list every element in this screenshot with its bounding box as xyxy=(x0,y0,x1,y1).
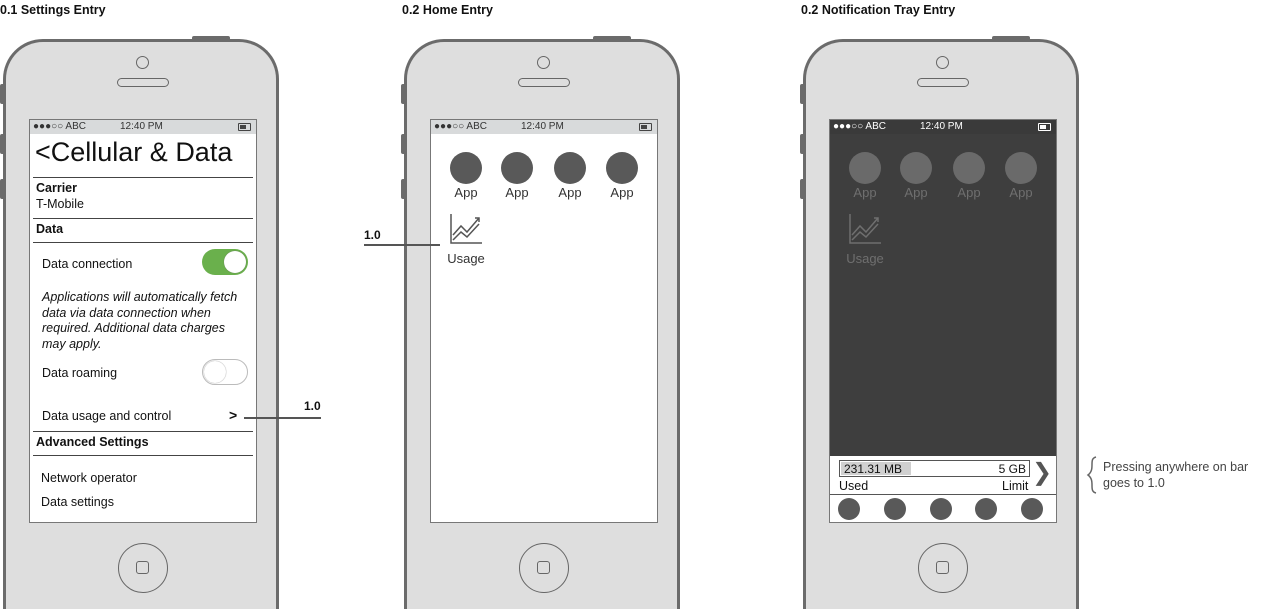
dock-app-icon[interactable] xyxy=(930,498,952,520)
speaker-icon xyxy=(117,78,169,87)
usage-app: Usage xyxy=(842,213,888,266)
chevron-right-icon: ❯ xyxy=(1032,459,1053,486)
callout-line-settings xyxy=(244,417,321,419)
home-button[interactable] xyxy=(118,543,168,593)
signal-indicator: ●●●○○ ABC xyxy=(33,121,86,132)
app-icon: App xyxy=(946,152,992,200)
status-bar: ●●●○○ ABC 12:40 PM xyxy=(431,120,657,134)
brace-icon xyxy=(1086,456,1097,494)
camera-icon xyxy=(537,56,550,69)
phone-frame-home: ●●●○○ ABC 12:40 PM App App App App Usage xyxy=(401,36,680,609)
home-button[interactable] xyxy=(918,543,968,593)
battery-icon xyxy=(238,123,251,131)
dock-app-icon[interactable] xyxy=(975,498,997,520)
settings-screen: ●●●○○ ABC 12:40 PM <Cellular & Data Carr… xyxy=(29,119,257,523)
dock-app-icon[interactable] xyxy=(884,498,906,520)
tray-screen: ●●●○○ ABC 12:40 PM App App App App Usage xyxy=(829,119,1057,523)
speaker-icon xyxy=(917,78,969,87)
callout-label-settings: 1.0 xyxy=(304,399,321,413)
status-bar: ●●●○○ ABC 12:40 PM xyxy=(30,120,256,134)
app-icon[interactable]: App xyxy=(599,152,645,200)
network-operator-item[interactable]: Network operator xyxy=(41,471,137,485)
app-icon: App xyxy=(998,152,1044,200)
status-time: 12:40 PM xyxy=(120,121,163,132)
data-header: Data xyxy=(36,222,64,236)
status-time: 12:40 PM xyxy=(920,121,963,132)
limit-label: Limit xyxy=(1002,479,1029,493)
data-connection-toggle[interactable] xyxy=(202,249,248,275)
section-title-home: 0.2 Home Entry xyxy=(402,3,494,17)
app-icon: App xyxy=(842,152,888,200)
app-icon[interactable]: App xyxy=(547,152,593,200)
battery-icon xyxy=(639,123,652,131)
used-label: Used xyxy=(839,479,869,493)
usage-chart-icon xyxy=(849,214,881,244)
app-icon[interactable]: App xyxy=(494,152,540,200)
usage-chart-icon xyxy=(450,214,482,244)
section-title-tray: 0.2 Notification Tray Entry xyxy=(801,3,956,17)
app-icon: App xyxy=(893,152,939,200)
usage-app[interactable]: Usage xyxy=(443,213,489,266)
data-roaming-toggle[interactable] xyxy=(202,359,248,385)
camera-icon xyxy=(936,56,949,69)
data-settings-item[interactable]: Data settings xyxy=(41,495,114,509)
data-usage-link[interactable]: Data usage and control xyxy=(42,409,171,423)
data-roaming-label: Data roaming xyxy=(42,366,118,380)
usage-label: Usage xyxy=(846,251,884,266)
carrier-header: Carrier xyxy=(36,181,77,195)
advanced-settings-header: Advanced Settings xyxy=(36,435,149,449)
back-title-button[interactable]: <Cellular & Data xyxy=(35,137,232,168)
usage-label: Usage xyxy=(447,251,485,266)
callout-line-home xyxy=(364,244,440,246)
home-button[interactable] xyxy=(519,543,569,593)
callout-label-home: 1.0 xyxy=(364,228,381,242)
chevron-right-icon: > xyxy=(229,407,238,423)
carrier-value: T-Mobile xyxy=(36,197,84,211)
data-description: Applications will automatically fetch da… xyxy=(42,290,238,351)
tray-note: Pressing anywhere on bar goes to 1.0 xyxy=(1103,460,1249,490)
section-title-settings: 0.1 Settings Entry xyxy=(0,3,106,17)
data-connection-label: Data connection xyxy=(42,257,133,271)
signal-indicator: ●●●○○ ABC xyxy=(434,121,487,132)
phone-frame-tray: ●●●○○ ABC 12:40 PM App App App App Usage xyxy=(800,36,1079,609)
status-time: 12:40 PM xyxy=(521,121,564,132)
speaker-icon xyxy=(518,78,570,87)
usage-notification-bar[interactable]: 231.31 MB 5 GB Used Limit ❯ xyxy=(830,457,1056,495)
app-icon[interactable]: App xyxy=(443,152,489,200)
phone-frame-settings: ●●●○○ ABC 12:40 PM <Cellular & Data Carr… xyxy=(0,36,279,609)
home-screen: ●●●○○ ABC 12:40 PM App App App App Usage xyxy=(430,119,658,523)
battery-icon xyxy=(1038,123,1051,131)
camera-icon xyxy=(136,56,149,69)
dock-app-icon[interactable] xyxy=(1021,498,1043,520)
signal-indicator: ●●●○○ ABC xyxy=(833,121,886,132)
dock-app-icon[interactable] xyxy=(838,498,860,520)
status-bar: ●●●○○ ABC 12:40 PM xyxy=(830,120,1056,134)
usage-progress-bar: 231.31 MB 5 GB xyxy=(839,460,1030,477)
limit-value: 5 GB xyxy=(998,462,1026,476)
used-value: 231.31 MB xyxy=(844,462,903,476)
